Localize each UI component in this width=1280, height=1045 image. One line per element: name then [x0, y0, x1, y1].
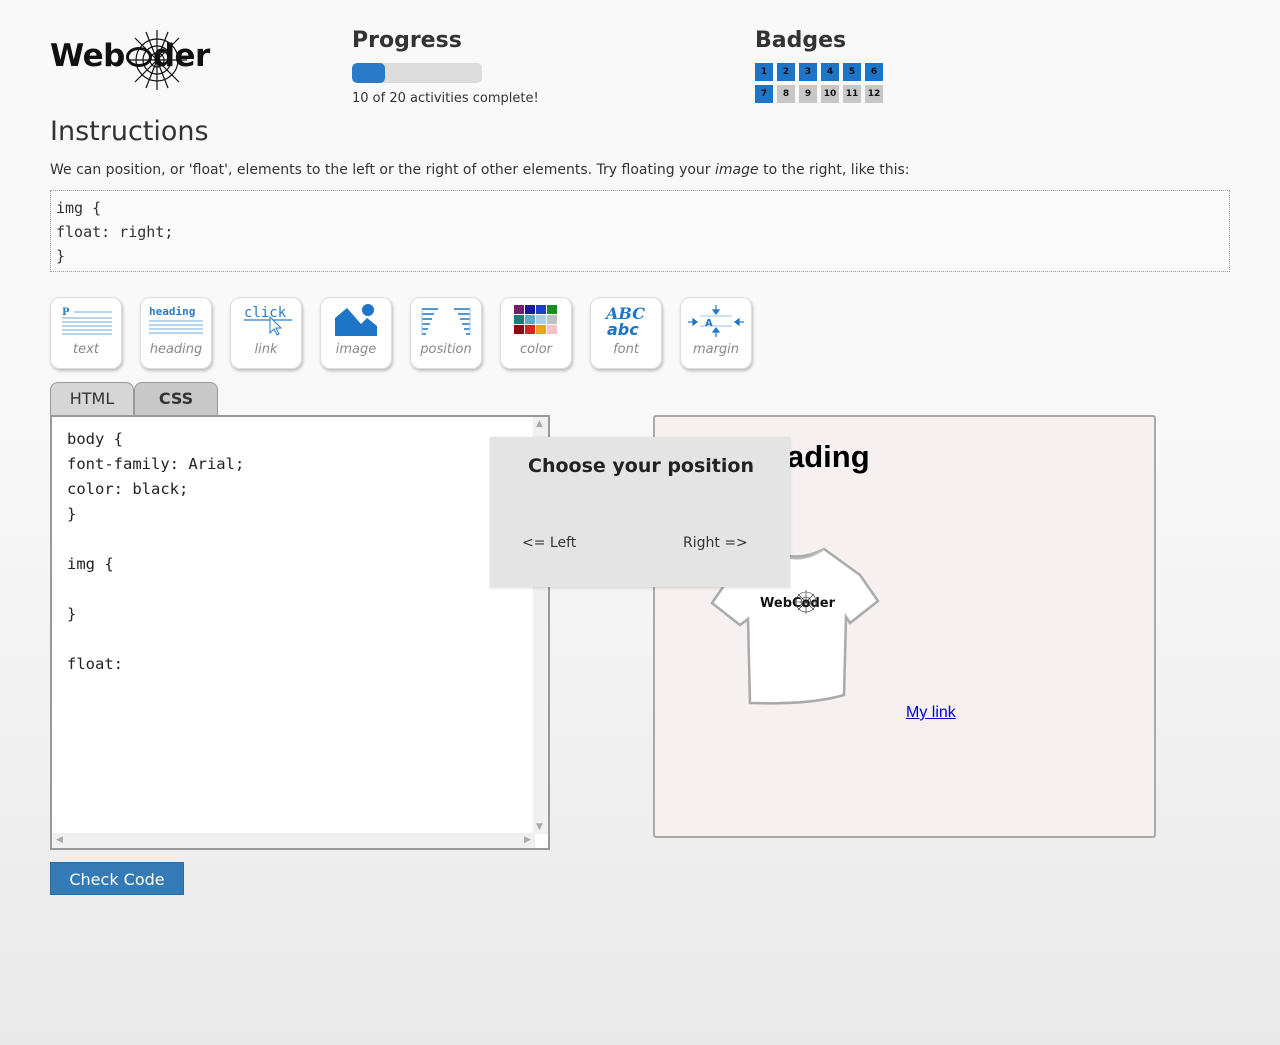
svg-text:click: click: [244, 305, 287, 321]
tool-position-button[interactable]: position: [410, 297, 482, 369]
horizontal-scrollbar[interactable]: ◀ ▶: [52, 833, 535, 848]
left-option-button[interactable]: <= Left: [522, 535, 576, 551]
tool-label: font: [613, 342, 639, 357]
badge-3: 3: [799, 63, 817, 81]
progress-panel: Progress 10 of 20 activities complete!: [352, 28, 539, 106]
editor-line[interactable]: }: [67, 502, 244, 527]
logo-text-der: der: [152, 38, 211, 74]
badge-10: 10: [821, 85, 839, 103]
tool-label: margin: [692, 342, 740, 357]
tool-label: image: [335, 342, 377, 357]
tool-label: position: [420, 342, 472, 357]
check-code-button[interactable]: Check Code: [50, 862, 184, 895]
badge-grid: 1 2 3 4 5 6 7 8 9 10 11 12: [755, 63, 883, 103]
badges-title: Badges: [755, 28, 847, 53]
tool-heading-button[interactable]: heading heading: [140, 297, 212, 369]
preview-link[interactable]: My link: [906, 704, 956, 722]
tool-label: heading: [149, 342, 203, 357]
badge-8: 8: [777, 85, 795, 103]
editor-line[interactable]: [67, 627, 244, 652]
instructions-text-before: We can position, or 'float', elements to…: [50, 162, 716, 178]
badge-9: 9: [799, 85, 817, 103]
tool-label: link: [254, 342, 278, 357]
tool-font-button[interactable]: ABC abc font: [590, 297, 662, 369]
scroll-left-icon[interactable]: ◀: [56, 835, 63, 845]
badge-1: 1: [755, 63, 773, 81]
tool-label: color: [519, 342, 552, 357]
tool-label: text: [73, 342, 99, 357]
modal-title: Choose your position: [528, 455, 754, 477]
instructions-text-em: image: [715, 162, 759, 178]
shirt-logo-text: WebCoder: [760, 596, 836, 611]
tool-image-button[interactable]: image: [320, 297, 392, 369]
badge-11: 11: [843, 85, 861, 103]
editor-line[interactable]: float:: [67, 652, 244, 677]
scroll-down-icon[interactable]: ▼: [536, 822, 543, 832]
font-icon: ABC abc: [591, 304, 661, 338]
svg-text:heading: heading: [149, 305, 195, 318]
badges-panel: Badges 1 2 3 4 5 6 7 8 9 10 11 12: [755, 28, 883, 103]
badge-6: 6: [865, 63, 883, 81]
tool-text-button[interactable]: P text: [50, 297, 122, 369]
tab-css[interactable]: CSS: [134, 382, 218, 415]
right-option-button[interactable]: Right =>: [683, 535, 748, 551]
svg-text:A: A: [705, 318, 713, 329]
position-icon: [411, 304, 481, 338]
progress-status: 10 of 20 activities complete!: [352, 91, 539, 106]
css-code-editor[interactable]: body {font-family: Arial; color: black;} i…: [50, 415, 550, 850]
editor-line[interactable]: color: black;: [67, 477, 244, 502]
instructions-text: We can position, or 'float', elements to…: [50, 162, 910, 178]
margin-icon: A: [681, 304, 751, 338]
editor-code-lines[interactable]: body {font-family: Arial; color: black;} i…: [67, 427, 244, 677]
color-palette-icon: [501, 304, 571, 338]
example-code-line: float: right;: [56, 223, 174, 241]
editor-line[interactable]: [67, 577, 244, 602]
example-code-line: img {: [56, 199, 102, 217]
tab-html[interactable]: HTML: [50, 382, 134, 415]
editor-line[interactable]: }: [67, 602, 244, 627]
link-click-icon: click: [231, 304, 301, 338]
progress-bar-fill: [352, 63, 385, 83]
editor-line[interactable]: [67, 527, 244, 552]
logo-text-web: Web: [50, 38, 125, 74]
badge-2: 2: [777, 63, 795, 81]
progress-bar: [352, 63, 482, 83]
preview-heading: ading: [787, 439, 870, 474]
badge-12: 12: [865, 85, 883, 103]
badge-4: 4: [821, 63, 839, 81]
instructions-text-after: to the right, like this:: [758, 162, 910, 178]
badge-7: 7: [755, 85, 773, 103]
scroll-right-icon[interactable]: ▶: [524, 835, 531, 845]
example-code-line: }: [56, 247, 66, 265]
image-icon: [321, 304, 391, 338]
logo-o-ring: [125, 47, 152, 67]
tool-margin-button[interactable]: A margin: [680, 297, 752, 369]
instructions-title: Instructions: [50, 116, 209, 147]
editor-line[interactable]: img {: [67, 552, 244, 577]
webcoder-logo: Web der: [50, 28, 220, 92]
badge-5: 5: [843, 63, 861, 81]
example-code-box: img { float: right; }: [50, 190, 1230, 272]
paragraph-icon: P: [51, 304, 121, 338]
tool-color-button[interactable]: color: [500, 297, 572, 369]
svg-text:abc: abc: [607, 320, 639, 338]
scroll-up-icon[interactable]: ▲: [536, 419, 543, 429]
editor-line[interactable]: font-family: Arial;: [67, 452, 244, 477]
svg-text:P: P: [62, 307, 70, 318]
editor-line[interactable]: body {: [67, 427, 244, 452]
progress-title: Progress: [352, 28, 462, 53]
heading-icon: heading: [141, 304, 211, 338]
tool-link-button[interactable]: click link: [230, 297, 302, 369]
position-choice-modal: Choose your position <= Left Right =>: [490, 437, 790, 587]
